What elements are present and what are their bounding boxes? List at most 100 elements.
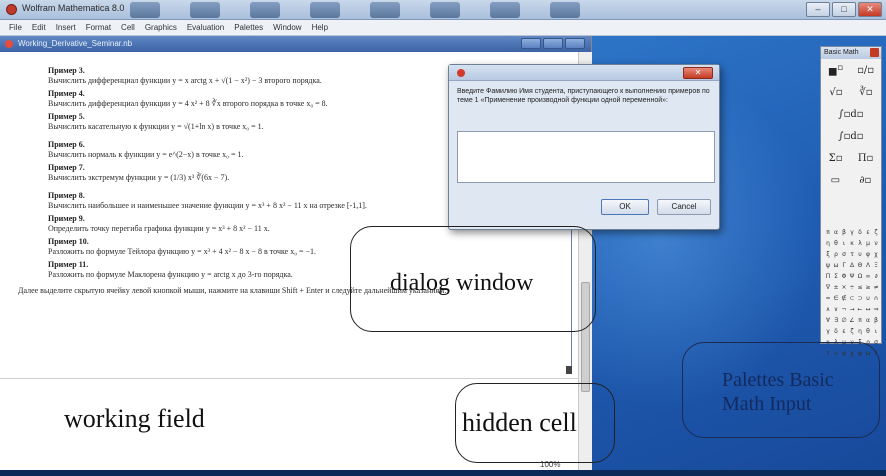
- dialog-input-field[interactable]: [457, 131, 715, 183]
- palette-symbol-button[interactable]: ∞: [864, 273, 872, 282]
- palette-symbol-button[interactable]: η: [824, 240, 832, 249]
- menu-window[interactable]: Window: [268, 20, 306, 35]
- menu-edit[interactable]: Edit: [27, 20, 51, 35]
- palette-symbol-button[interactable]: π: [824, 229, 832, 238]
- notebook-close-button[interactable]: [565, 38, 585, 49]
- palette-symbol-button[interactable]: Θ: [856, 262, 864, 271]
- palette-symbol-button[interactable]: ξ: [824, 251, 832, 260]
- maximize-button[interactable]: □: [832, 2, 856, 17]
- palette-symbol-button[interactable]: δ: [832, 328, 840, 337]
- window-thumb-icon[interactable]: [190, 2, 220, 18]
- palette-symbol-button[interactable]: ÷: [848, 284, 856, 293]
- palette-symbol-button[interactable]: γ: [848, 229, 856, 238]
- palette-symbol-button[interactable]: μ: [864, 240, 872, 249]
- palette-symbol-button[interactable]: ψ: [824, 262, 832, 271]
- palette-symbol-button[interactable]: ←: [856, 306, 864, 315]
- palette-symbol-button[interactable]: ¬: [840, 306, 848, 315]
- palette-symbol-button[interactable]: σ: [872, 339, 880, 348]
- integral-template-icon[interactable]: ∫▫d▫: [838, 109, 863, 120]
- window-thumb-icon[interactable]: [310, 2, 340, 18]
- power-template-icon[interactable]: ■▫: [828, 62, 843, 77]
- palette-symbol-button[interactable]: ε: [864, 229, 872, 238]
- menu-file[interactable]: File: [4, 20, 27, 35]
- palette-symbol-button[interactable]: υ: [856, 251, 864, 260]
- dialog-cancel-button[interactable]: Cancel: [657, 199, 711, 215]
- fraction-template-icon[interactable]: ▫/▫: [857, 65, 874, 76]
- palette-symbol-button[interactable]: ×: [840, 284, 848, 293]
- palette-symbol-button[interactable]: η: [856, 328, 864, 337]
- palette-symbol-button[interactable]: ∇: [824, 284, 832, 293]
- palette-symbol-button[interactable]: ⊂: [848, 295, 856, 304]
- palette-symbol-button[interactable]: σ: [840, 251, 848, 260]
- dialog-title-bar[interactable]: ✕: [449, 65, 719, 81]
- palette-symbol-button[interactable]: κ: [848, 240, 856, 249]
- menu-format[interactable]: Format: [81, 20, 116, 35]
- palette-symbol-button[interactable]: γ: [824, 328, 832, 337]
- palette-symbol-button[interactable]: δ: [856, 229, 864, 238]
- palette-symbol-button[interactable]: ω: [832, 262, 840, 271]
- notebook-minimize-button[interactable]: [521, 38, 541, 49]
- palette-symbol-button[interactable]: ≤: [856, 284, 864, 293]
- palette-symbol-button[interactable]: φ: [864, 251, 872, 260]
- palette-symbol-button[interactable]: π: [856, 317, 864, 326]
- matrix-template-icon[interactable]: ▭: [831, 175, 840, 186]
- palette-symbol-button[interactable]: β: [840, 229, 848, 238]
- palette-symbol-button[interactable]: ι: [840, 240, 848, 249]
- palette-symbol-button[interactable]: ε: [840, 328, 848, 337]
- window-thumb-icon[interactable]: [550, 2, 580, 18]
- palette-symbol-button[interactable]: Φ: [840, 273, 848, 282]
- palette-symbol-button[interactable]: ⊃: [856, 295, 864, 304]
- window-thumb-icon[interactable]: [490, 2, 520, 18]
- palette-symbol-button[interactable]: Ω: [856, 273, 864, 282]
- palette-symbol-button[interactable]: θ: [832, 240, 840, 249]
- palette-symbol-button[interactable]: Γ: [840, 262, 848, 271]
- palette-close-button[interactable]: [870, 48, 879, 57]
- hidden-cell-bracket[interactable]: [566, 366, 572, 374]
- root-template-icon[interactable]: ∛▫: [859, 87, 872, 98]
- palette-symbol-button[interactable]: Ψ: [848, 273, 856, 282]
- palette-symbol-button[interactable]: Λ: [864, 262, 872, 271]
- palette-symbol-button[interactable]: ∉: [840, 295, 848, 304]
- dialog-close-button[interactable]: ✕: [683, 67, 713, 79]
- palette-symbol-button[interactable]: ↔: [864, 306, 872, 315]
- palette-symbol-button[interactable]: ζ: [848, 328, 856, 337]
- palette-symbol-button[interactable]: ≈: [824, 295, 832, 304]
- palette-symbol-button[interactable]: →: [848, 306, 856, 315]
- palette-symbol-button[interactable]: ∅: [840, 317, 848, 326]
- definite-integral-template-icon[interactable]: ∫▫d▫: [838, 131, 863, 142]
- palette-symbol-button[interactable]: α: [832, 229, 840, 238]
- window-thumb-icon[interactable]: [430, 2, 460, 18]
- palette-symbol-button[interactable]: ≠: [872, 284, 880, 293]
- palette-symbol-button[interactable]: Ξ: [872, 262, 880, 271]
- sum-template-icon[interactable]: Σ▫: [829, 153, 843, 164]
- palette-symbol-button[interactable]: ∈: [832, 295, 840, 304]
- palette-symbol-button[interactable]: θ: [864, 328, 872, 337]
- window-thumb-icon[interactable]: [130, 2, 160, 18]
- palette-symbol-button[interactable]: Δ: [848, 262, 856, 271]
- palette-symbol-button[interactable]: ι: [872, 328, 880, 337]
- menu-cell[interactable]: Cell: [116, 20, 140, 35]
- window-thumb-icon[interactable]: [370, 2, 400, 18]
- palette-symbol-button[interactable]: Σ: [832, 273, 840, 282]
- palette-symbol-button[interactable]: χ: [872, 251, 880, 260]
- dialog-ok-button[interactable]: OK: [601, 199, 649, 215]
- minimize-button[interactable]: –: [806, 2, 830, 17]
- close-button[interactable]: ✕: [858, 2, 882, 17]
- palette-symbol-button[interactable]: ∀: [824, 317, 832, 326]
- notebook-title-bar[interactable]: Working_Derivative_Seminar.nb: [0, 36, 591, 52]
- palette-symbol-button[interactable]: ∩: [872, 295, 880, 304]
- menu-insert[interactable]: Insert: [51, 20, 81, 35]
- palette-symbol-button[interactable]: ∃: [832, 317, 840, 326]
- palette-symbol-button[interactable]: ±: [832, 284, 840, 293]
- menu-help[interactable]: Help: [307, 20, 333, 35]
- sqrt-template-icon[interactable]: √▫: [829, 87, 842, 98]
- palette-symbol-button[interactable]: λ: [856, 240, 864, 249]
- palette-symbol-button[interactable]: ∂: [872, 273, 880, 282]
- palette-symbol-button[interactable]: ∨: [832, 306, 840, 315]
- window-thumb-icon[interactable]: [250, 2, 280, 18]
- palette-symbol-button[interactable]: ≥: [864, 284, 872, 293]
- palette-symbol-button[interactable]: ∪: [864, 295, 872, 304]
- palette-symbol-button[interactable]: β: [872, 317, 880, 326]
- product-template-icon[interactable]: Π▫: [858, 153, 874, 164]
- menu-evaluation[interactable]: Evaluation: [182, 20, 229, 35]
